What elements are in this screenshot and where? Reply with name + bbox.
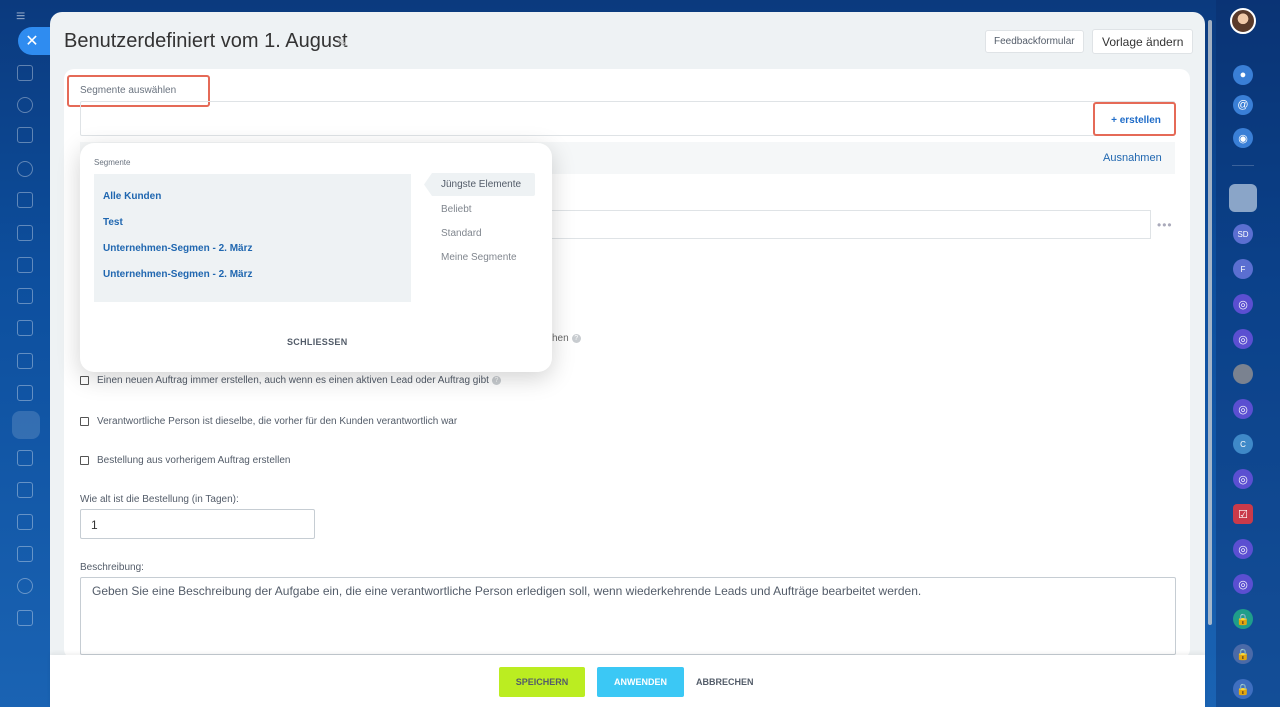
tab-my-segments[interactable]: Meine Segmente [441, 252, 517, 263]
at-icon[interactable]: @ [1233, 95, 1253, 115]
checkbox-label: Verantwortliche Person ist dieselbe, die… [97, 416, 458, 427]
contacts-icon[interactable] [17, 161, 33, 177]
help-icon[interactable]: ? [491, 376, 501, 385]
group-icon[interactable] [17, 546, 33, 562]
contact-sd[interactable]: SD [1233, 224, 1253, 244]
channel-icon[interactable]: ◎ [1233, 294, 1253, 314]
page-title: Benutzerdefiniert vom 1. August [64, 30, 348, 52]
tab-standard[interactable]: Standard [441, 228, 482, 239]
lock-icon[interactable]: 🔒 [1233, 644, 1253, 664]
close-popup-button[interactable]: SCHLIESSEN [287, 337, 348, 347]
description-textarea[interactable]: Geben Sie eine Beschreibung der Aufgabe … [80, 577, 1176, 655]
cancel-button[interactable]: ABBRECHEN [696, 677, 754, 687]
chat-icon[interactable] [17, 257, 33, 273]
user-avatar[interactable] [1229, 184, 1257, 212]
messages-icon[interactable] [17, 320, 33, 336]
checklist-icon[interactable] [17, 288, 33, 304]
help-icon[interactable]: ? [571, 333, 581, 343]
channel-icon[interactable]: ◎ [1233, 469, 1253, 489]
channel-icon[interactable]: ◎ [1233, 539, 1253, 559]
segment-item[interactable]: Test [103, 217, 123, 228]
chat-icon[interactable]: ◉ [1233, 128, 1253, 148]
scrollbar[interactable] [1208, 20, 1212, 625]
checkbox-row[interactable]: Bestellung aus vorherigem Auftrag erstel… [80, 455, 290, 466]
segments-input[interactable] [80, 101, 1175, 136]
checkbox[interactable] [80, 456, 89, 465]
close-slider-button[interactable]: ✕ [18, 27, 50, 55]
order-age-input[interactable]: 1 [80, 509, 315, 539]
more-icon[interactable]: ••• [1157, 218, 1173, 232]
home-icon[interactable] [17, 65, 33, 81]
description-label: Beschreibung: [80, 562, 144, 573]
crm-icon[interactable] [12, 411, 40, 439]
checkbox-label: Einen neuen Auftrag immer erstellen, auc… [97, 375, 489, 386]
settings-icon[interactable] [17, 578, 33, 594]
option-label-partial: hen? [552, 333, 581, 344]
tab-popular[interactable]: Beliebt [441, 204, 472, 215]
order-age-label: Wie alt ist die Bestellung (in Tagen): [80, 494, 239, 505]
change-template-button[interactable]: Vorlage ändern [1092, 29, 1194, 54]
feedback-form-button[interactable]: Feedbackformular [985, 30, 1084, 53]
segment-item[interactable]: Alle Kunden [103, 191, 161, 202]
contact-f[interactable]: F [1233, 259, 1253, 279]
user-avatar[interactable] [1233, 364, 1253, 384]
highlight-frame [1093, 102, 1176, 136]
exceptions-link[interactable]: Ausnahmen [1103, 152, 1162, 164]
checkbox[interactable] [80, 417, 89, 426]
channel-icon[interactable]: ◎ [1233, 574, 1253, 594]
table-icon[interactable] [17, 610, 33, 626]
payments-icon[interactable] [17, 225, 33, 241]
divider [1232, 165, 1254, 166]
apply-button[interactable]: ANWENDEN [597, 667, 684, 697]
close-icon: ✕ [25, 33, 39, 50]
popup-title: Segmente [94, 158, 131, 167]
bell-icon[interactable]: ● [1233, 65, 1253, 85]
feed-icon[interactable] [17, 97, 33, 113]
checkbox-label: Bestellung aus vorherigem Auftrag erstel… [97, 455, 291, 466]
menu-icon[interactable]: ≡ [16, 8, 25, 26]
edit-pencil-icon[interactable]: ✎ [337, 36, 347, 50]
user-avatar[interactable] [1230, 8, 1256, 34]
analytics-icon[interactable] [17, 353, 33, 369]
documents-icon[interactable] [17, 192, 33, 208]
filter-icon[interactable] [17, 482, 33, 498]
task-icon[interactable]: ☑ [1233, 504, 1253, 524]
left-sidebar: ≡ ✕ [0, 0, 50, 707]
segment-item[interactable]: Unternehmen-Segmen - 2. März [103, 269, 252, 280]
channel-icon[interactable]: ◎ [1233, 329, 1253, 349]
tasks-icon[interactable] [17, 127, 33, 143]
segment-item[interactable]: Unternehmen-Segmen - 2. März [103, 243, 252, 254]
channel-icon[interactable]: ◎ [1233, 399, 1253, 419]
contact-c[interactable]: C [1233, 434, 1253, 454]
checkbox-row[interactable]: Verantwortliche Person ist dieselbe, die… [80, 416, 457, 427]
checkbox-row[interactable]: Einen neuen Auftrag immer erstellen, auc… [80, 375, 501, 386]
lock-icon[interactable]: 🔒 [1233, 609, 1253, 629]
checkbox[interactable] [80, 376, 89, 385]
save-button[interactable]: SPEICHERN [499, 667, 585, 697]
cart-icon[interactable] [17, 385, 33, 401]
screen-icon[interactable] [17, 514, 33, 530]
store-icon[interactable] [17, 450, 33, 466]
tab-recent[interactable]: Jüngste Elemente [441, 179, 521, 190]
text-field[interactable] [552, 210, 1151, 239]
lock-icon[interactable]: 🔒 [1233, 679, 1253, 699]
